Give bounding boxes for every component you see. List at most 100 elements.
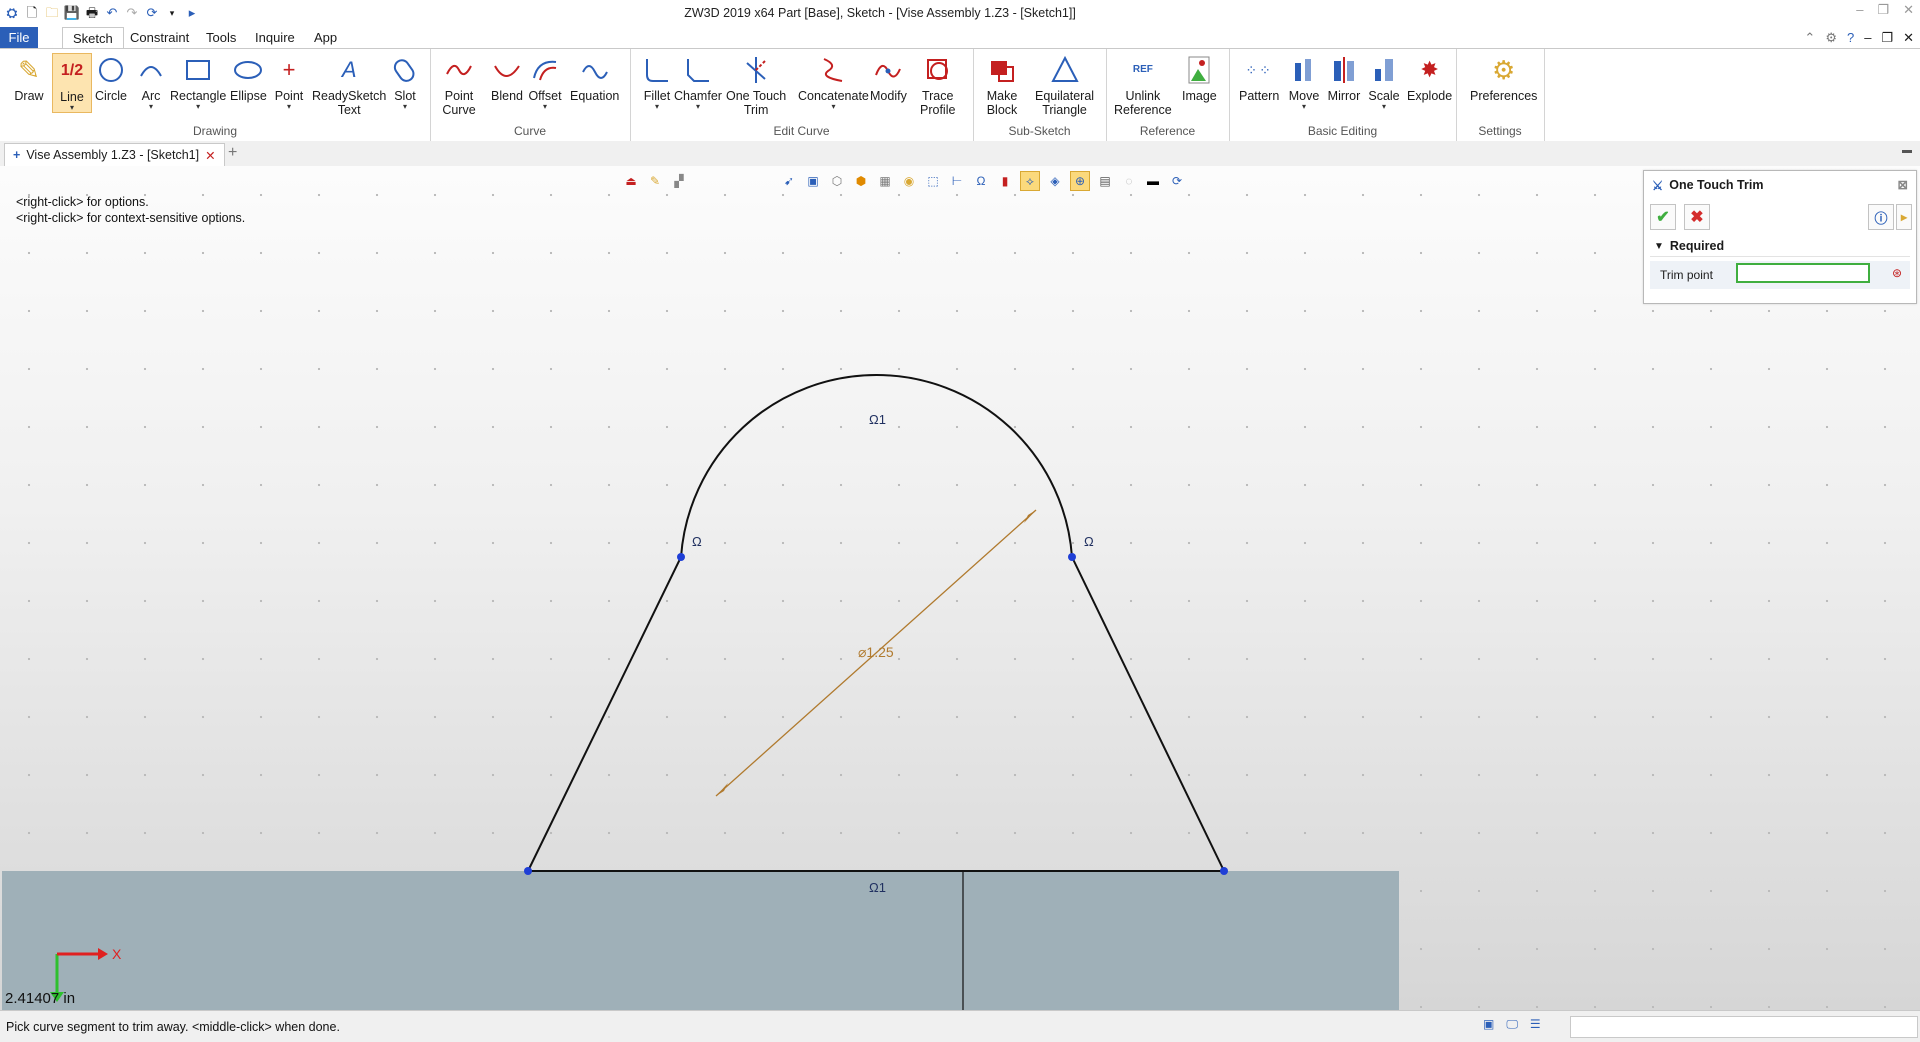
command-input-box[interactable] <box>1570 1016 1918 1038</box>
panel-help-button[interactable]: ▸ <box>1896 204 1912 230</box>
equilateral-triangle-button[interactable]: Equilateral Triangle <box>1035 53 1094 117</box>
required-section-header[interactable]: ▼ Required <box>1650 236 1910 257</box>
tab-list-icon[interactable]: ▬ <box>1902 145 1912 156</box>
point-curve-icon <box>442 53 476 87</box>
collapse-ribbon-icon[interactable]: ⌃ <box>1804 30 1815 46</box>
ellipse-button[interactable]: Ellipse <box>230 53 267 103</box>
list-icon[interactable]: ☰ <box>1530 1017 1541 1032</box>
collapse-arrow-icon[interactable]: ▼ <box>1654 241 1664 252</box>
fillet-button[interactable]: Fillet ▾ <box>640 53 674 111</box>
close-icon[interactable]: ✕ <box>1903 2 1914 18</box>
image-button[interactable]: Image <box>1182 53 1217 103</box>
preferences-button[interactable]: ⚙ Preferences <box>1470 53 1537 103</box>
equation-icon <box>578 53 612 87</box>
one-touch-trim-button[interactable]: One Touch Trim <box>726 53 786 117</box>
chamfer-dropdown-icon[interactable]: ▾ <box>696 103 700 111</box>
chamfer-button[interactable]: Chamfer ▾ <box>674 53 722 111</box>
slot-button[interactable]: Slot ▾ <box>388 53 422 111</box>
trace-profile-button[interactable]: Trace Profile <box>920 53 955 117</box>
blend-icon <box>490 53 524 87</box>
accept-button[interactable]: ✔ <box>1650 204 1676 230</box>
modify-button[interactable]: Modify <box>870 53 907 103</box>
rectangle-dropdown-icon[interactable]: ▾ <box>196 103 200 111</box>
rectangle-button[interactable]: Rectangle ▾ <box>170 53 226 111</box>
tab-file[interactable]: File <box>0 27 38 48</box>
endpoint-bottom-right[interactable] <box>1220 867 1228 875</box>
offset-button[interactable]: Offset ▾ <box>528 53 562 111</box>
constraint-marker-bottom[interactable]: Ω1 <box>869 880 886 895</box>
explode-button[interactable]: ✸ Explode <box>1407 53 1452 104</box>
graphics-viewport[interactable]: <right-click> for options. <right-click>… <box>0 166 1920 1010</box>
document-tab-bar: + Vise Assembly 1.Z3 - [Sketch1] ✕ + ▬ <box>0 141 1920 167</box>
point-button[interactable]: + Point ▾ <box>272 53 306 111</box>
scale-button[interactable]: Scale ▾ <box>1367 53 1401 111</box>
concatenate-dropdown-icon[interactable]: ▾ <box>831 103 835 111</box>
doc-minimize-icon[interactable]: – <box>1864 30 1871 45</box>
endpoint-bottom-left[interactable] <box>524 867 532 875</box>
doc-close-icon[interactable]: ✕ <box>1903 30 1914 46</box>
sketch-canvas[interactable]: ⌀1.25 Ω1 Ω Ω Ω1 X <box>0 166 1920 1010</box>
line-button[interactable]: 1/2 Line ▾ <box>52 53 92 113</box>
draw-button[interactable]: ✎ Draw <box>12 53 46 103</box>
mirror-button[interactable]: Mirror <box>1327 53 1361 103</box>
tab-close-icon[interactable]: ✕ <box>205 148 215 163</box>
line-dropdown-icon[interactable]: ▾ <box>70 104 74 112</box>
concatenate-button[interactable]: Concatenate ▾ <box>798 53 869 111</box>
text-icon: A <box>341 57 357 82</box>
endpoint-left-arc[interactable] <box>677 553 685 561</box>
point-curve-button[interactable]: Point Curve <box>442 53 476 117</box>
slot-dropdown-icon[interactable]: ▾ <box>403 103 407 111</box>
circle-button[interactable]: Circle <box>94 53 128 103</box>
doc-restore-icon[interactable]: ❐ <box>1881 30 1893 46</box>
required-section-label: Required <box>1669 239 1725 253</box>
panel-close-icon[interactable]: ⊠ <box>1898 177 1908 192</box>
tab-inquire[interactable]: Inquire <box>245 27 305 48</box>
constraint-marker-right[interactable]: Ω <box>1084 534 1094 549</box>
make-block-button[interactable]: Make Block <box>985 53 1019 117</box>
status-bar: Pick curve segment to trim away. <middle… <box>0 1010 1920 1042</box>
monitor-icon[interactable]: 🖵 <box>1506 1017 1518 1032</box>
tab-sketch[interactable]: Sketch <box>62 27 124 49</box>
window-controls: – ❐ ✕ <box>1856 2 1914 18</box>
trim-point-row: Trim point ⊛ <box>1650 261 1910 289</box>
offset-dropdown-icon[interactable]: ▾ <box>543 103 547 111</box>
sketch-profile[interactable] <box>527 374 1226 872</box>
move-button[interactable]: Move ▾ <box>1287 53 1321 111</box>
constraint-marker-left[interactable]: Ω <box>692 534 702 549</box>
tab-tools[interactable]: Tools <box>196 27 246 48</box>
move-dropdown-icon[interactable]: ▾ <box>1302 103 1306 111</box>
make-block-icon <box>985 53 1019 87</box>
scale-dropdown-icon[interactable]: ▾ <box>1382 103 1386 111</box>
info-button[interactable]: ⓘ <box>1868 204 1894 230</box>
tab-app[interactable]: App <box>304 27 347 48</box>
trim-point-input[interactable] <box>1736 263 1870 283</box>
restore-icon[interactable]: ❐ <box>1877 2 1889 18</box>
new-tab-icon[interactable]: + <box>228 144 237 162</box>
gear-icon[interactable]: ⚙ <box>1825 30 1837 46</box>
trim-tool-icon: ⚔ <box>1652 178 1664 193</box>
status-message: Pick curve segment to trim away. <middle… <box>6 1020 340 1034</box>
x-axis-label: X <box>112 946 122 962</box>
layout-icon[interactable]: ▣ <box>1483 1017 1494 1032</box>
document-tab[interactable]: + Vise Assembly 1.Z3 - [Sketch1] ✕ <box>4 143 225 166</box>
equation-button[interactable]: Equation <box>570 53 619 103</box>
arc-dropdown-icon[interactable]: ▾ <box>149 103 153 111</box>
pick-point-icon[interactable]: ⊛ <box>1892 266 1902 280</box>
arc-button[interactable]: Arc ▾ <box>134 53 168 111</box>
help-icon[interactable]: ? <box>1847 30 1854 45</box>
ribbon-group-sub-sketch: Make Block Equilateral Triangle Sub-Sket… <box>973 49 1107 141</box>
unlink-reference-button[interactable]: REF Unlink Reference <box>1114 53 1172 117</box>
minimize-icon[interactable]: – <box>1856 2 1863 18</box>
pattern-button[interactable]: ⁘⁘ Pattern <box>1239 53 1279 103</box>
fillet-dropdown-icon[interactable]: ▾ <box>655 103 659 111</box>
blend-button[interactable]: Blend <box>490 53 524 103</box>
concatenate-icon <box>816 53 850 87</box>
endpoint-right-arc[interactable] <box>1068 553 1076 561</box>
diameter-dimension-label[interactable]: ⌀1.25 <box>858 644 894 660</box>
tab-constraint[interactable]: Constraint <box>120 27 199 48</box>
point-dropdown-icon[interactable]: ▾ <box>287 103 291 111</box>
constraint-marker-top[interactable]: Ω1 <box>869 412 886 427</box>
offset-icon <box>528 53 562 87</box>
readysketch-text-button[interactable]: A ReadySketch Text <box>312 53 386 118</box>
cancel-button[interactable]: ✖ <box>1684 204 1710 230</box>
